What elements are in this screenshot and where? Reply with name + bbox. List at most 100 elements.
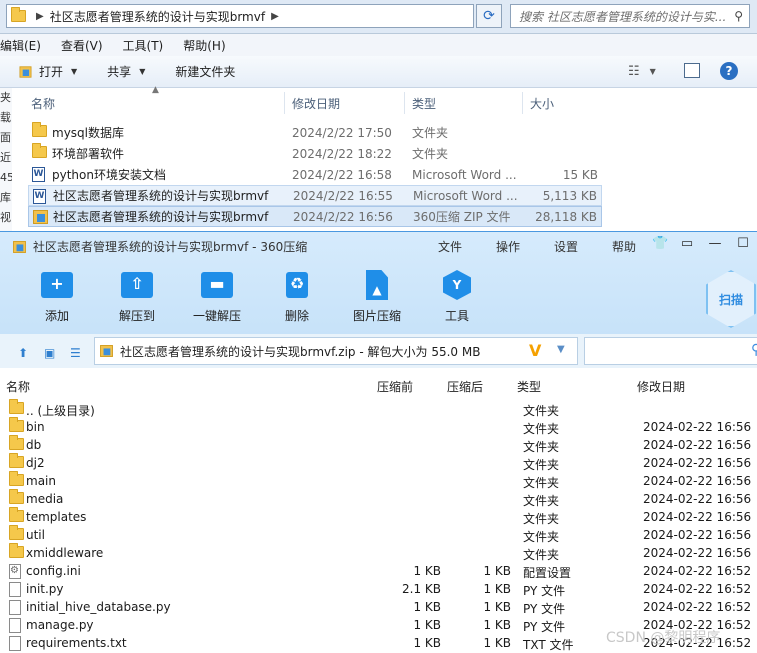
- sort-up-icon: ▲: [152, 85, 159, 95]
- nav-item[interactable]: 夹: [0, 88, 12, 108]
- chevron-down-icon[interactable]: ▼: [557, 344, 565, 355]
- extract-to-label: 解压到: [118, 309, 155, 323]
- maximize-icon[interactable]: ☐: [736, 236, 750, 251]
- image-compress-button[interactable]: ▲ 图片压缩: [342, 270, 412, 324]
- column-separator[interactable]: [284, 92, 285, 114]
- command-bar: 打开 ▼ 共享 ▼ 新建文件夹 ☷ ▼ ?: [0, 56, 757, 88]
- zip-app-icon: [13, 240, 26, 253]
- menu-tools[interactable]: 工具(T): [123, 37, 164, 54]
- file-row-selected[interactable]: 社区志愿者管理系统的设计与实现brmvf 2024/2/22 16:56 360…: [28, 206, 602, 227]
- menu-edit[interactable]: 编辑(E): [0, 37, 41, 54]
- folder-icon: [9, 435, 24, 450]
- add-icon: +: [40, 270, 74, 300]
- open-button[interactable]: 打开 ▼: [18, 63, 77, 80]
- chevron-right-icon[interactable]: ▶: [271, 11, 279, 22]
- file-row[interactable]: mysql数据库 2024/2/22 17:50 文件夹: [28, 122, 602, 143]
- zip-row[interactable]: config.ini 1 KB 1 KB 配置设置 2024-02-22 16:52: [0, 562, 757, 580]
- folder-icon: [32, 122, 47, 137]
- column-name[interactable]: 名称: [6, 378, 30, 395]
- list-view-icon[interactable]: ☰: [70, 346, 81, 360]
- search-placeholder: 搜索 社区志愿者管理系统的设计与实...: [519, 9, 727, 24]
- zip-path-bar[interactable]: 社区志愿者管理系统的设计与实现brmvf.zip - 解包大小为 55.0 MB…: [94, 337, 578, 365]
- file-date: 2024/2/22 18:22: [292, 146, 392, 161]
- address-bar[interactable]: ▶ 社区志愿者管理系统的设计与实现brmvf ▶: [6, 4, 474, 28]
- zip-row-date: 2024-02-22 16:56: [643, 420, 752, 434]
- column-type[interactable]: 类型: [517, 378, 541, 395]
- search-input[interactable]: 搜索 社区志愿者管理系统的设计与实... ⚲: [510, 4, 750, 28]
- zip-row[interactable]: db 文件夹 2024-02-22 16:56: [0, 435, 757, 454]
- zip-row-after: 1 KB: [483, 564, 511, 578]
- column-compressed-before[interactable]: 压缩前: [377, 378, 413, 395]
- refresh-button[interactable]: ⟳: [476, 4, 502, 28]
- preview-pane-icon[interactable]: [684, 63, 700, 78]
- quick-extract-icon: ▬: [200, 270, 234, 300]
- search-icon[interactable]: ⚲: [734, 9, 743, 23]
- skin-icon[interactable]: 👕: [652, 236, 668, 251]
- zip-row-name: manage.py: [26, 618, 94, 632]
- menu-view[interactable]: 查看(V): [61, 37, 103, 54]
- search-icon[interactable]: ⚲: [751, 342, 757, 358]
- help-icon[interactable]: ?: [720, 62, 738, 80]
- zip-row-name: dj2: [26, 456, 45, 470]
- menu-settings[interactable]: 设置: [554, 238, 578, 255]
- share-button[interactable]: 共享 ▼: [107, 63, 145, 80]
- zip-path: 社区志愿者管理系统的设计与实现brmvf.zip - 解包大小为 55.0 MB: [120, 344, 481, 359]
- delete-button[interactable]: ♻ 删除: [262, 270, 332, 324]
- zip-row-name: requirements.txt: [26, 636, 127, 650]
- tools-button[interactable]: Y 工具: [422, 270, 492, 324]
- feedback-icon[interactable]: ▭: [680, 236, 694, 251]
- new-folder-button[interactable]: 新建文件夹: [175, 63, 235, 80]
- zip-search-input[interactable]: ⚲: [584, 337, 757, 365]
- column-date[interactable]: 修改日期: [637, 378, 685, 395]
- zip-row-type: 文件夹: [523, 458, 560, 472]
- tools-label: 工具: [444, 309, 469, 323]
- add-button[interactable]: + 添加: [22, 270, 92, 324]
- column-size[interactable]: 大小: [530, 95, 554, 112]
- zip-row[interactable]: templates 文件夹 2024-02-22 16:56: [0, 507, 757, 526]
- nav-item[interactable]: 库: [0, 188, 12, 208]
- menu-file[interactable]: 文件: [438, 238, 462, 255]
- menu-help[interactable]: 帮助(H): [183, 37, 225, 54]
- zip-row-type: 文件夹: [523, 530, 560, 544]
- zip-row[interactable]: media 文件夹 2024-02-22 16:56: [0, 489, 757, 508]
- nav-item[interactable]: 视: [0, 208, 12, 228]
- zip-row-after: 1 KB: [483, 600, 511, 614]
- column-name[interactable]: 名称: [31, 95, 55, 112]
- nav-item[interactable]: 近: [0, 148, 12, 168]
- zip-row-after: 1 KB: [483, 636, 511, 650]
- column-date[interactable]: 修改日期: [292, 95, 340, 112]
- column-type[interactable]: 类型: [412, 95, 436, 112]
- zip-row-type: 配置设置: [523, 566, 572, 580]
- file-row[interactable]: 环境部署软件 2024/2/22 18:22 文件夹: [28, 143, 602, 164]
- column-compressed-after[interactable]: 压缩后: [447, 378, 483, 395]
- nav-item[interactable]: 载: [0, 108, 12, 128]
- zip-row[interactable]: xmiddleware 文件夹 2024-02-22 16:56: [0, 543, 757, 562]
- zip-row[interactable]: init.py 2.1 KB 1 KB PY 文件 2024-02-22 16:52: [0, 580, 757, 598]
- file-row[interactable]: W python环境安装文档 2024/2/22 16:58 Microsoft…: [28, 164, 602, 185]
- up-arrow-icon[interactable]: ⬆: [18, 346, 28, 360]
- file-icon: [9, 636, 21, 651]
- menu-operate[interactable]: 操作: [496, 238, 520, 255]
- column-separator[interactable]: [522, 92, 523, 114]
- menu-help[interactable]: 帮助: [612, 238, 636, 255]
- zip-row[interactable]: dj2 文件夹 2024-02-22 16:56: [0, 453, 757, 472]
- nav-item[interactable]: 45: [0, 168, 12, 188]
- zip-row[interactable]: main 文件夹 2024-02-22 16:56: [0, 471, 757, 490]
- file-row[interactable]: W 社区志愿者管理系统的设计与实现brmvf 2024/2/22 16:55 M…: [28, 185, 602, 206]
- thumbnail-view-icon[interactable]: ▣: [44, 346, 55, 360]
- zip-row[interactable]: .. (上级目录) 文件夹: [0, 399, 757, 418]
- minimize-icon[interactable]: —: [708, 236, 722, 251]
- column-separator[interactable]: [404, 92, 405, 114]
- zip-row[interactable]: initial_hive_database.py 1 KB 1 KB PY 文件 202…: [0, 598, 757, 616]
- address-path[interactable]: 社区志愿者管理系统的设计与实现brmvf: [50, 8, 265, 25]
- zip-row[interactable]: bin 文件夹 2024-02-22 16:56: [0, 417, 757, 436]
- extract-to-button[interactable]: ⇧ 解压到: [102, 270, 172, 324]
- nav-item[interactable]: 面: [0, 128, 12, 148]
- folder-icon: [32, 143, 47, 158]
- verified-icon[interactable]: V: [529, 341, 541, 360]
- zip-row-date: 2024-02-22 16:56: [643, 438, 752, 452]
- zip-row[interactable]: util 文件夹 2024-02-22 16:56: [0, 525, 757, 544]
- zip-row-name: main: [26, 474, 56, 488]
- one-click-extract-button[interactable]: ▬ 一键解压: [182, 270, 252, 324]
- view-options-button[interactable]: ☷ ▼: [628, 64, 656, 79]
